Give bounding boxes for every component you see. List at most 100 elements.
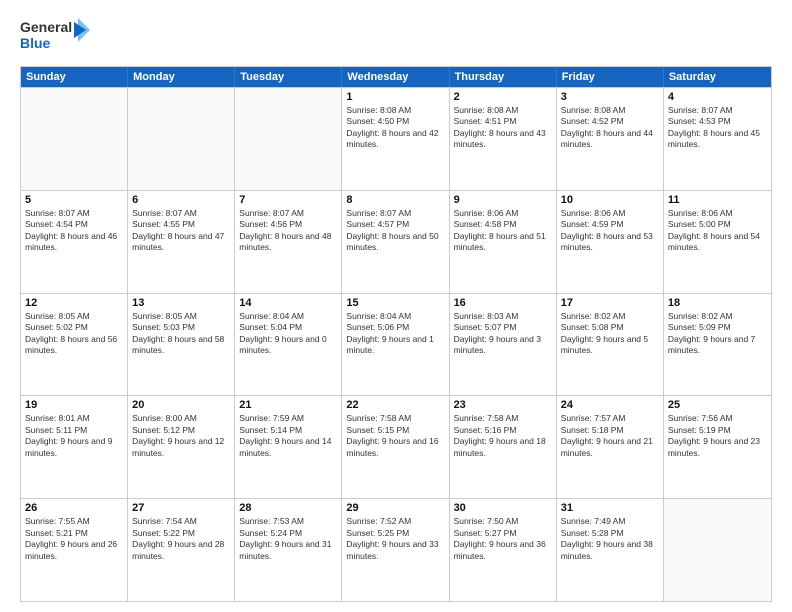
cell-day-number: 17 xyxy=(561,297,659,309)
calendar-week-2: 5 Sunrise: 8:07 AM Sunset: 4:54 PM Daylig… xyxy=(21,190,771,293)
cell-info: Sunrise: 8:01 AM Sunset: 5:11 PM Dayligh… xyxy=(25,413,123,459)
calendar-cell: 31Sunrise: 7:49 AM Sunset: 5:28 PM Dayli… xyxy=(557,499,664,601)
calendar-cell: 28 Sunrise: 7:53 AM Sunset: 5:24 PM Dayli… xyxy=(235,499,342,601)
cell-day-number: 10 xyxy=(561,194,659,206)
cell-day-number: 30 xyxy=(454,502,552,514)
cell-info: Sunrise: 8:07 AM Sunset: 4:55 PM Dayligh… xyxy=(132,208,230,254)
cell-day-number: 5 xyxy=(25,194,123,206)
calendar-cell xyxy=(21,88,128,190)
cell-day-number: 24 xyxy=(561,399,659,411)
calendar-cell: 8 Sunrise: 8:07 AM Sunset: 4:57 PM Daylig… xyxy=(342,191,449,293)
calendar-cell: 4 Sunrise: 8:07 AM Sunset: 4:53 PM Daylig… xyxy=(664,88,771,190)
svg-text:General: General xyxy=(20,19,72,35)
cell-day-number: 21 xyxy=(239,399,337,411)
cell-day-number: 22 xyxy=(346,399,444,411)
cell-day-number: 26 xyxy=(25,502,123,514)
cell-day-number: 29 xyxy=(346,502,444,514)
calendar-cell: 24 Sunrise: 7:57 AM Sunset: 5:18 PM Dayli… xyxy=(557,396,664,498)
cell-day-number: 28 xyxy=(239,502,337,514)
calendar: SundayMondayTuesdayWednesdayThursdayFrid… xyxy=(20,66,772,602)
calendar-week-3: 12 Sunrise: 8:05 AM Sunset: 5:02 PM Dayli… xyxy=(21,293,771,396)
calendar-cell: 18 Sunrise: 8:02 AM Sunset: 5:09 PM Dayli… xyxy=(664,294,771,396)
cell-day-number: 16 xyxy=(454,297,552,309)
calendar-cell: 13 Sunrise: 8:05 AM Sunset: 5:03 PM Dayli… xyxy=(128,294,235,396)
cell-info: Sunrise: 8:04 AM Sunset: 5:06 PM Dayligh… xyxy=(346,311,444,357)
cell-day-number: 13 xyxy=(132,297,230,309)
calendar-cell: 12 Sunrise: 8:05 AM Sunset: 5:02 PM Dayli… xyxy=(21,294,128,396)
weekday-header-friday: Friday xyxy=(557,67,664,87)
calendar-cell: 17 Sunrise: 8:02 AM Sunset: 5:08 PM Dayli… xyxy=(557,294,664,396)
calendar-cell: 29Sunrise: 7:52 AM Sunset: 5:25 PM Dayli… xyxy=(342,499,449,601)
calendar-cell xyxy=(235,88,342,190)
cell-info: Sunrise: 8:08 AM Sunset: 4:50 PM Dayligh… xyxy=(346,105,444,151)
calendar-cell: 22 Sunrise: 7:58 AM Sunset: 5:15 PM Dayli… xyxy=(342,396,449,498)
weekday-header-wednesday: Wednesday xyxy=(342,67,449,87)
cell-day-number: 31 xyxy=(561,502,659,514)
calendar-week-1: 1 Sunrise: 8:08 AM Sunset: 4:50 PM Daylig… xyxy=(21,87,771,190)
cell-info: Sunrise: 7:58 AM Sunset: 5:15 PM Dayligh… xyxy=(346,413,444,459)
cell-info: Sunrise: 8:02 AM Sunset: 5:08 PM Dayligh… xyxy=(561,311,659,357)
calendar-cell: 15 Sunrise: 8:04 AM Sunset: 5:06 PM Dayli… xyxy=(342,294,449,396)
logo: GeneralBlue xyxy=(20,16,90,56)
cell-day-number: 15 xyxy=(346,297,444,309)
cell-day-number: 2 xyxy=(454,91,552,103)
cell-day-number: 8 xyxy=(346,194,444,206)
cell-info: Sunrise: 8:05 AM Sunset: 5:02 PM Dayligh… xyxy=(25,311,123,357)
cell-info: Sunrise: 8:00 AM Sunset: 5:12 PM Dayligh… xyxy=(132,413,230,459)
calendar-cell: 20 Sunrise: 8:00 AM Sunset: 5:12 PM Dayli… xyxy=(128,396,235,498)
calendar-cell: 25 Sunrise: 7:56 AM Sunset: 5:19 PM Dayli… xyxy=(664,396,771,498)
cell-info: Sunrise: 8:03 AM Sunset: 5:07 PM Dayligh… xyxy=(454,311,552,357)
weekday-header-saturday: Saturday xyxy=(664,67,771,87)
calendar-cell: 14Sunrise: 8:04 AM Sunset: 5:04 PM Dayli… xyxy=(235,294,342,396)
calendar-cell: 5 Sunrise: 8:07 AM Sunset: 4:54 PM Daylig… xyxy=(21,191,128,293)
calendar-cell: 26 Sunrise: 7:55 AM Sunset: 5:21 PM Dayli… xyxy=(21,499,128,601)
cell-info: Sunrise: 7:58 AM Sunset: 5:16 PM Dayligh… xyxy=(454,413,552,459)
cell-info: Sunrise: 7:57 AM Sunset: 5:18 PM Dayligh… xyxy=(561,413,659,459)
cell-info: Sunrise: 8:07 AM Sunset: 4:54 PM Dayligh… xyxy=(25,208,123,254)
cell-info: Sunrise: 8:07 AM Sunset: 4:53 PM Dayligh… xyxy=(668,105,767,151)
cell-day-number: 20 xyxy=(132,399,230,411)
cell-day-number: 12 xyxy=(25,297,123,309)
cell-info: Sunrise: 8:07 AM Sunset: 4:56 PM Dayligh… xyxy=(239,208,337,254)
cell-day-number: 7 xyxy=(239,194,337,206)
cell-info: Sunrise: 8:07 AM Sunset: 4:57 PM Dayligh… xyxy=(346,208,444,254)
calendar-cell: 2 Sunrise: 8:08 AM Sunset: 4:51 PM Daylig… xyxy=(450,88,557,190)
cell-info: Sunrise: 7:59 AM Sunset: 5:14 PM Dayligh… xyxy=(239,413,337,459)
svg-text:Blue: Blue xyxy=(20,35,51,51)
cell-info: Sunrise: 7:56 AM Sunset: 5:19 PM Dayligh… xyxy=(668,413,767,459)
calendar-cell: 6Sunrise: 8:07 AM Sunset: 4:55 PM Daylig… xyxy=(128,191,235,293)
cell-info: Sunrise: 8:02 AM Sunset: 5:09 PM Dayligh… xyxy=(668,311,767,357)
cell-day-number: 25 xyxy=(668,399,767,411)
calendar-header: SundayMondayTuesdayWednesdayThursdayFrid… xyxy=(21,67,771,87)
calendar-cell: 1 Sunrise: 8:08 AM Sunset: 4:50 PM Daylig… xyxy=(342,88,449,190)
cell-info: Sunrise: 8:04 AM Sunset: 5:04 PM Dayligh… xyxy=(239,311,337,357)
cell-day-number: 11 xyxy=(668,194,767,206)
cell-info: Sunrise: 8:08 AM Sunset: 4:52 PM Dayligh… xyxy=(561,105,659,151)
cell-day-number: 19 xyxy=(25,399,123,411)
logo-svg: GeneralBlue xyxy=(20,16,90,56)
calendar-cell: 16 Sunrise: 8:03 AM Sunset: 5:07 PM Dayli… xyxy=(450,294,557,396)
calendar-cell: 21 Sunrise: 7:59 AM Sunset: 5:14 PM Dayli… xyxy=(235,396,342,498)
cell-day-number: 18 xyxy=(668,297,767,309)
cell-info: Sunrise: 7:50 AM Sunset: 5:27 PM Dayligh… xyxy=(454,516,552,562)
calendar-week-4: 19 Sunrise: 8:01 AM Sunset: 5:11 PM Dayli… xyxy=(21,395,771,498)
cell-info: Sunrise: 7:53 AM Sunset: 5:24 PM Dayligh… xyxy=(239,516,337,562)
calendar-week-5: 26 Sunrise: 7:55 AM Sunset: 5:21 PM Dayli… xyxy=(21,498,771,601)
cell-info: Sunrise: 8:05 AM Sunset: 5:03 PM Dayligh… xyxy=(132,311,230,357)
calendar-cell xyxy=(664,499,771,601)
header: GeneralBlue xyxy=(20,16,772,56)
weekday-header-thursday: Thursday xyxy=(450,67,557,87)
calendar-cell: 10Sunrise: 8:06 AM Sunset: 4:59 PM Dayli… xyxy=(557,191,664,293)
cell-info: Sunrise: 8:08 AM Sunset: 4:51 PM Dayligh… xyxy=(454,105,552,151)
cell-day-number: 23 xyxy=(454,399,552,411)
cell-day-number: 4 xyxy=(668,91,767,103)
calendar-cell: 11Sunrise: 8:06 AM Sunset: 5:00 PM Dayli… xyxy=(664,191,771,293)
calendar-cell: 19 Sunrise: 8:01 AM Sunset: 5:11 PM Dayli… xyxy=(21,396,128,498)
cell-info: Sunrise: 7:54 AM Sunset: 5:22 PM Dayligh… xyxy=(132,516,230,562)
calendar-cell: 27Sunrise: 7:54 AM Sunset: 5:22 PM Dayli… xyxy=(128,499,235,601)
cell-info: Sunrise: 8:06 AM Sunset: 4:58 PM Dayligh… xyxy=(454,208,552,254)
weekday-header-monday: Monday xyxy=(128,67,235,87)
calendar-cell: 9Sunrise: 8:06 AM Sunset: 4:58 PM Daylig… xyxy=(450,191,557,293)
cell-info: Sunrise: 7:55 AM Sunset: 5:21 PM Dayligh… xyxy=(25,516,123,562)
cell-day-number: 1 xyxy=(346,91,444,103)
